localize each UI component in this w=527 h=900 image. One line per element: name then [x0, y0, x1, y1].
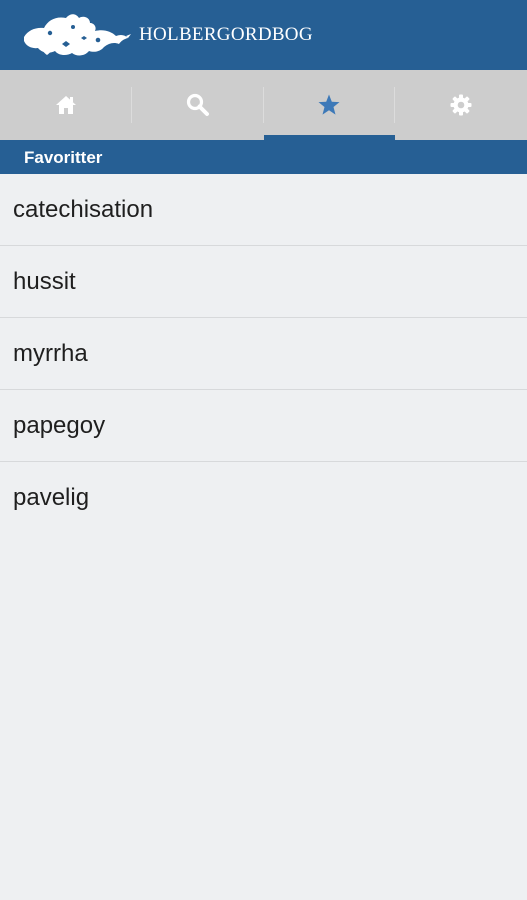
tab-bar [0, 70, 527, 140]
app-header: HOLBERGORDBOG [0, 0, 527, 70]
list-item-label: myrrha [13, 339, 88, 367]
list-item[interactable]: catechisation [0, 174, 527, 246]
tab-home[interactable] [0, 70, 132, 140]
list-item-label: catechisation [13, 195, 154, 223]
list-item[interactable]: hussit [0, 246, 527, 318]
app-title: HOLBERGORDBOG [139, 24, 313, 45]
search-icon [186, 93, 209, 116]
app-window: HOLBERGORDBOG Favoritter catechisation h… [0, 0, 527, 900]
section-title: Favoritter [24, 148, 103, 167]
list-item-label: pavelig [13, 483, 90, 511]
section-header: Favoritter [0, 140, 527, 174]
list-item[interactable]: pavelig [0, 462, 527, 533]
gear-icon [450, 94, 472, 116]
tab-favorites[interactable] [263, 70, 396, 140]
list-item[interactable]: myrrha [0, 318, 527, 390]
tab-settings[interactable] [395, 70, 527, 140]
list-item[interactable]: papegoy [0, 390, 527, 462]
list-item-label: papegoy [13, 411, 106, 439]
home-icon [55, 96, 76, 114]
favorites-list: catechisation hussit myrrha papegoy pave… [0, 174, 527, 533]
tab-search[interactable] [132, 70, 264, 140]
star-icon [318, 94, 340, 115]
lion-logo-icon [24, 14, 131, 56]
list-item-label: hussit [13, 267, 76, 295]
